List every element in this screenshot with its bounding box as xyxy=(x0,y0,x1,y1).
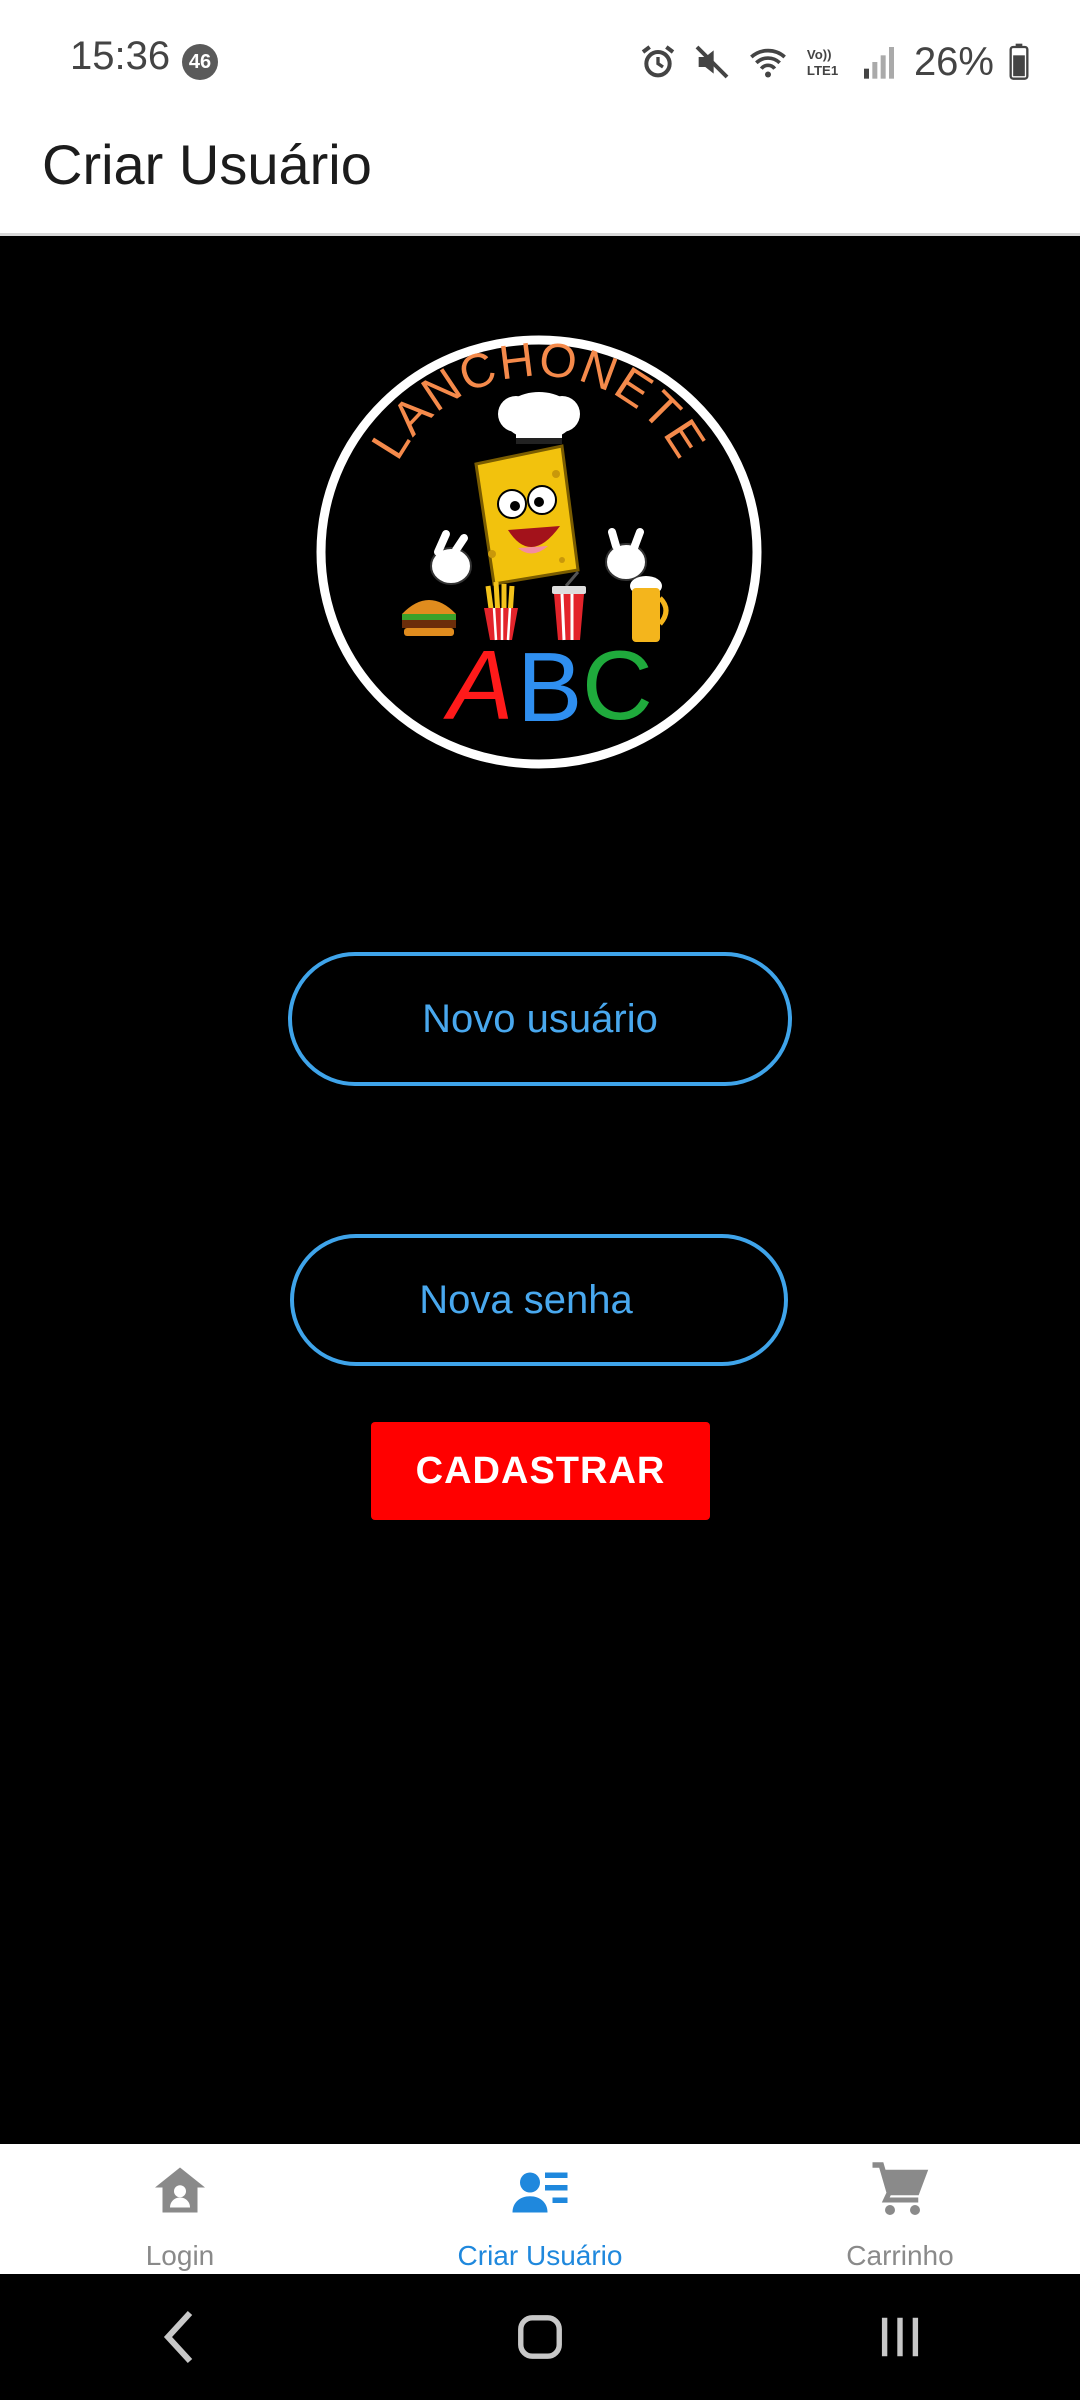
battery-percent: 26% xyxy=(913,39,994,84)
home-button[interactable] xyxy=(480,2297,600,2377)
register-button[interactable]: CADASTRAR xyxy=(371,1422,710,1520)
nav-item-create-user[interactable]: Criar Usuário xyxy=(360,2144,720,2274)
nav-label-create-user: Criar Usuário xyxy=(457,2240,623,2271)
logo-letter-c: C xyxy=(582,630,653,740)
new-username-input[interactable] xyxy=(288,952,792,1086)
alarm-icon xyxy=(641,45,675,78)
wifi-icon xyxy=(750,48,786,78)
system-nav-bar xyxy=(0,2274,1080,2400)
main-content: LANCHONETE A B C Novo usuário CADASTRAR xyxy=(0,236,1080,2144)
chevron-left-icon xyxy=(163,2310,193,2364)
nav-item-cart[interactable]: Carrinho xyxy=(720,2144,1080,2274)
nav-label-login: Login xyxy=(145,2240,215,2271)
status-time: 15:36 xyxy=(70,34,171,78)
home-icon xyxy=(155,2167,205,2213)
back-button[interactable] xyxy=(120,2297,240,2377)
logo-letter-b: B xyxy=(517,632,582,742)
mute-icon xyxy=(695,45,729,79)
svg-text:Vo)): Vo)) xyxy=(807,47,832,62)
bottom-nav: Login Criar Usuário Carrinho xyxy=(0,2144,1080,2274)
svg-text:LTE1: LTE1 xyxy=(807,63,838,78)
nav-item-login[interactable]: Login xyxy=(0,2144,360,2274)
app-bar: Criar Usuário xyxy=(0,122,1080,236)
recents-icon xyxy=(881,2317,919,2357)
screen: 15:36 46 Vo)) LTE1 26% Criar Usuário LAN… xyxy=(0,0,1080,2400)
new-password-input[interactable] xyxy=(290,1234,788,1366)
cart-icon xyxy=(872,2162,929,2215)
nav-label-cart: Carrinho xyxy=(846,2240,954,2271)
notification-badge: 46 xyxy=(182,44,218,80)
battery-icon xyxy=(1009,43,1029,80)
lanchonete-abc-logo: LANCHONETE A B C xyxy=(316,334,762,769)
status-bar: 15:36 46 Vo)) LTE1 26% xyxy=(0,0,1080,122)
signal-icon xyxy=(863,47,894,79)
logo-letter-a: A xyxy=(443,630,513,740)
volte-lte-icon: Vo)) LTE1 xyxy=(807,47,838,78)
status-icons: Vo)) LTE1 26% xyxy=(638,38,1030,86)
user-list-icon xyxy=(512,2172,568,2213)
recent-apps-button[interactable] xyxy=(840,2297,960,2377)
mascot-icon xyxy=(474,444,580,586)
page-title: Criar Usuário xyxy=(42,133,372,196)
home-square-icon xyxy=(518,2315,562,2359)
